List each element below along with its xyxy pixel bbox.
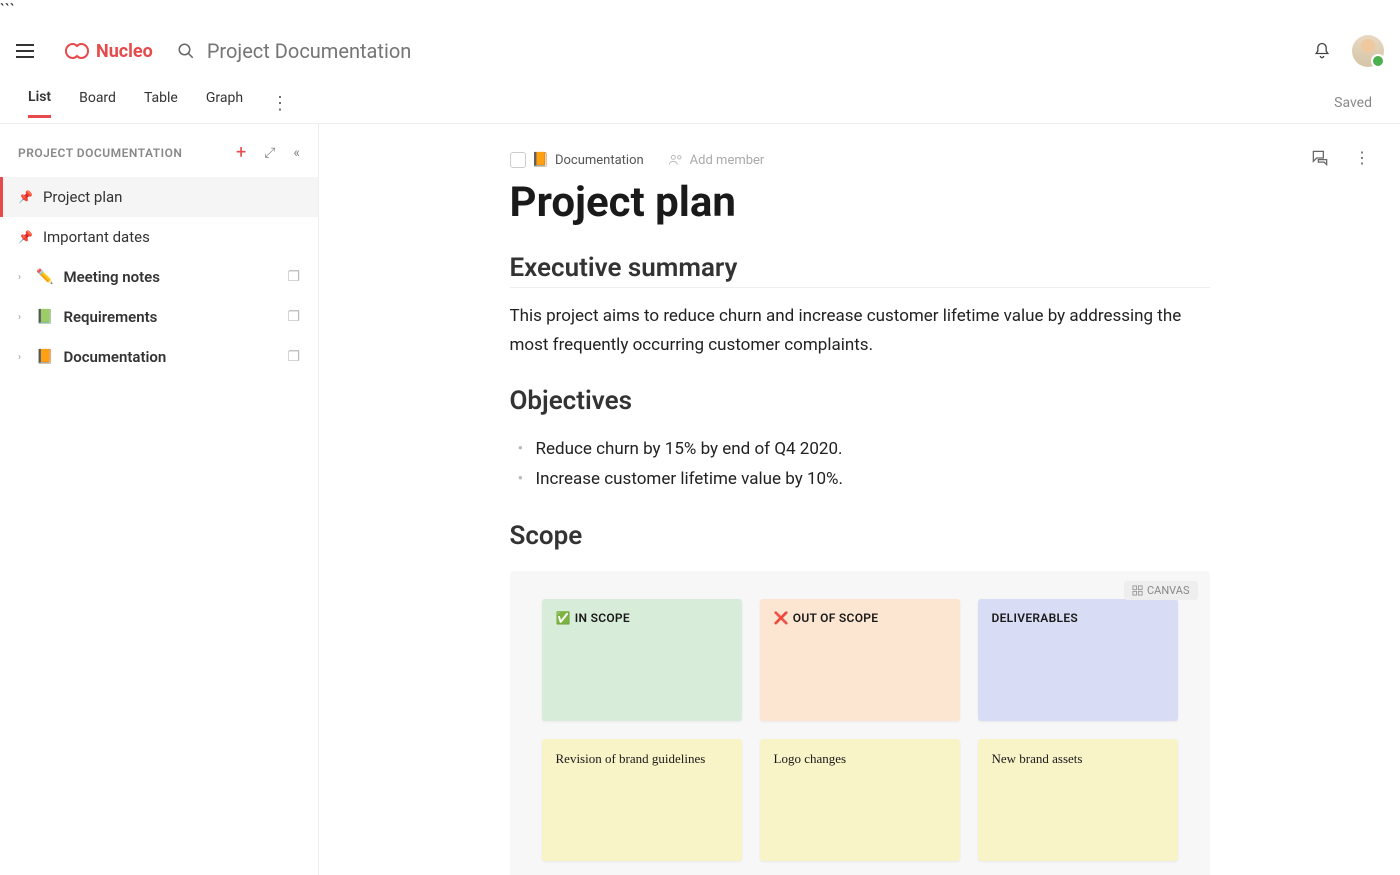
exec-summary-body[interactable]: This project aims to reduce churn and in… [510, 302, 1210, 360]
caret-icon: › [18, 272, 26, 283]
breadcrumb[interactable]: 📙 Documentation [510, 152, 644, 168]
add-member-label: Add member [690, 153, 765, 168]
folder-icon: 📙 [532, 152, 549, 168]
menu-button[interactable] [16, 39, 40, 63]
section-objectives[interactable]: Objectives [510, 386, 1210, 420]
canvas-card[interactable]: Revision of brand guidelines [542, 739, 742, 861]
brand-name: Nucleo [96, 41, 153, 62]
canvas-header-out-of-scope[interactable]: ❌OUT OF SCOPE [760, 599, 960, 721]
folder-icon: 📗 [36, 309, 53, 325]
caret-icon: › [18, 312, 26, 323]
tab-list[interactable]: List [28, 89, 51, 118]
canvas-header-in-scope[interactable]: ✅IN SCOPE [542, 599, 742, 721]
user-avatar[interactable] [1352, 35, 1384, 67]
tabs-more-button[interactable]: ⋮ [271, 93, 289, 114]
canvas-icon [1132, 585, 1143, 596]
add-page-button[interactable]: + [236, 142, 246, 163]
sidebar-item-label: Documentation [63, 348, 277, 366]
pin-icon: 📌 [18, 230, 33, 244]
copy-icon: ❐ [287, 309, 300, 325]
objective-item[interactable]: Increase customer lifetime value by 10%. [518, 464, 1210, 495]
sidebar-title: PROJECT DOCUMENTATION [18, 146, 236, 160]
breadcrumb-label: Documentation [555, 153, 644, 168]
sidebar-item-label: Requirements [63, 308, 277, 326]
objective-item[interactable]: Reduce churn by 15% by end of Q4 2020. [518, 434, 1210, 465]
page-title[interactable]: Project plan [510, 178, 1210, 227]
tab-board[interactable]: Board [79, 90, 116, 116]
copy-icon: ❐ [287, 269, 300, 285]
people-icon [668, 154, 684, 166]
sidebar-item-project-plan[interactable]: 📌 Project plan [0, 177, 318, 217]
tab-graph[interactable]: Graph [206, 90, 243, 116]
canvas-tag: CANVAS [1124, 581, 1198, 600]
collapse-sidebar-button[interactable]: « [293, 145, 300, 161]
sidebar-item-important-dates[interactable]: 📌 Important dates [0, 217, 318, 257]
search-input[interactable] [207, 39, 607, 63]
section-scope[interactable]: Scope [510, 521, 1210, 555]
sidebar-item-meeting-notes[interactable]: › ✏️ Meeting notes ❐ [0, 257, 318, 297]
search-icon [177, 42, 195, 60]
canvas-card[interactable]: Logo changes [760, 739, 960, 861]
sidebar-item-label: Meeting notes [63, 268, 277, 286]
copy-icon: ❐ [287, 349, 300, 365]
sidebar-item-label: Project plan [43, 188, 300, 206]
notifications-icon[interactable] [1312, 41, 1332, 61]
sidebar-item-requirements[interactable]: › 📗 Requirements ❐ [0, 297, 318, 337]
section-executive-summary[interactable]: Executive summary [510, 253, 1210, 288]
page-icon [510, 152, 526, 168]
caret-icon: › [18, 352, 26, 363]
add-member-button[interactable]: Add member [668, 153, 765, 168]
brand-icon [60, 41, 90, 61]
expand-button[interactable]: ⤢ [264, 145, 275, 161]
canvas-card[interactable]: New brand assets [978, 739, 1178, 861]
content-more-button[interactable]: ⋮ [1354, 148, 1370, 168]
canvas-block[interactable]: CANVAS ✅IN SCOPE Revision of brand guide… [510, 571, 1210, 875]
sidebar-item-label: Important dates [43, 228, 300, 246]
search-field[interactable] [177, 39, 1312, 63]
sidebar-item-documentation[interactable]: › 📙 Documentation ❐ [0, 337, 318, 377]
save-status: Saved [1334, 95, 1372, 111]
tab-table[interactable]: Table [144, 90, 178, 116]
canvas-header-deliverables[interactable]: DELIVERABLES [978, 599, 1178, 721]
brand-logo[interactable]: Nucleo [60, 41, 153, 62]
pin-icon: 📌 [18, 190, 33, 204]
sidebar: PROJECT DOCUMENTATION + ⤢ « 📌 Project pl… [0, 124, 319, 875]
folder-icon: ✏️ [36, 269, 53, 285]
comments-icon[interactable] [1310, 148, 1330, 168]
folder-icon: 📙 [36, 349, 53, 365]
